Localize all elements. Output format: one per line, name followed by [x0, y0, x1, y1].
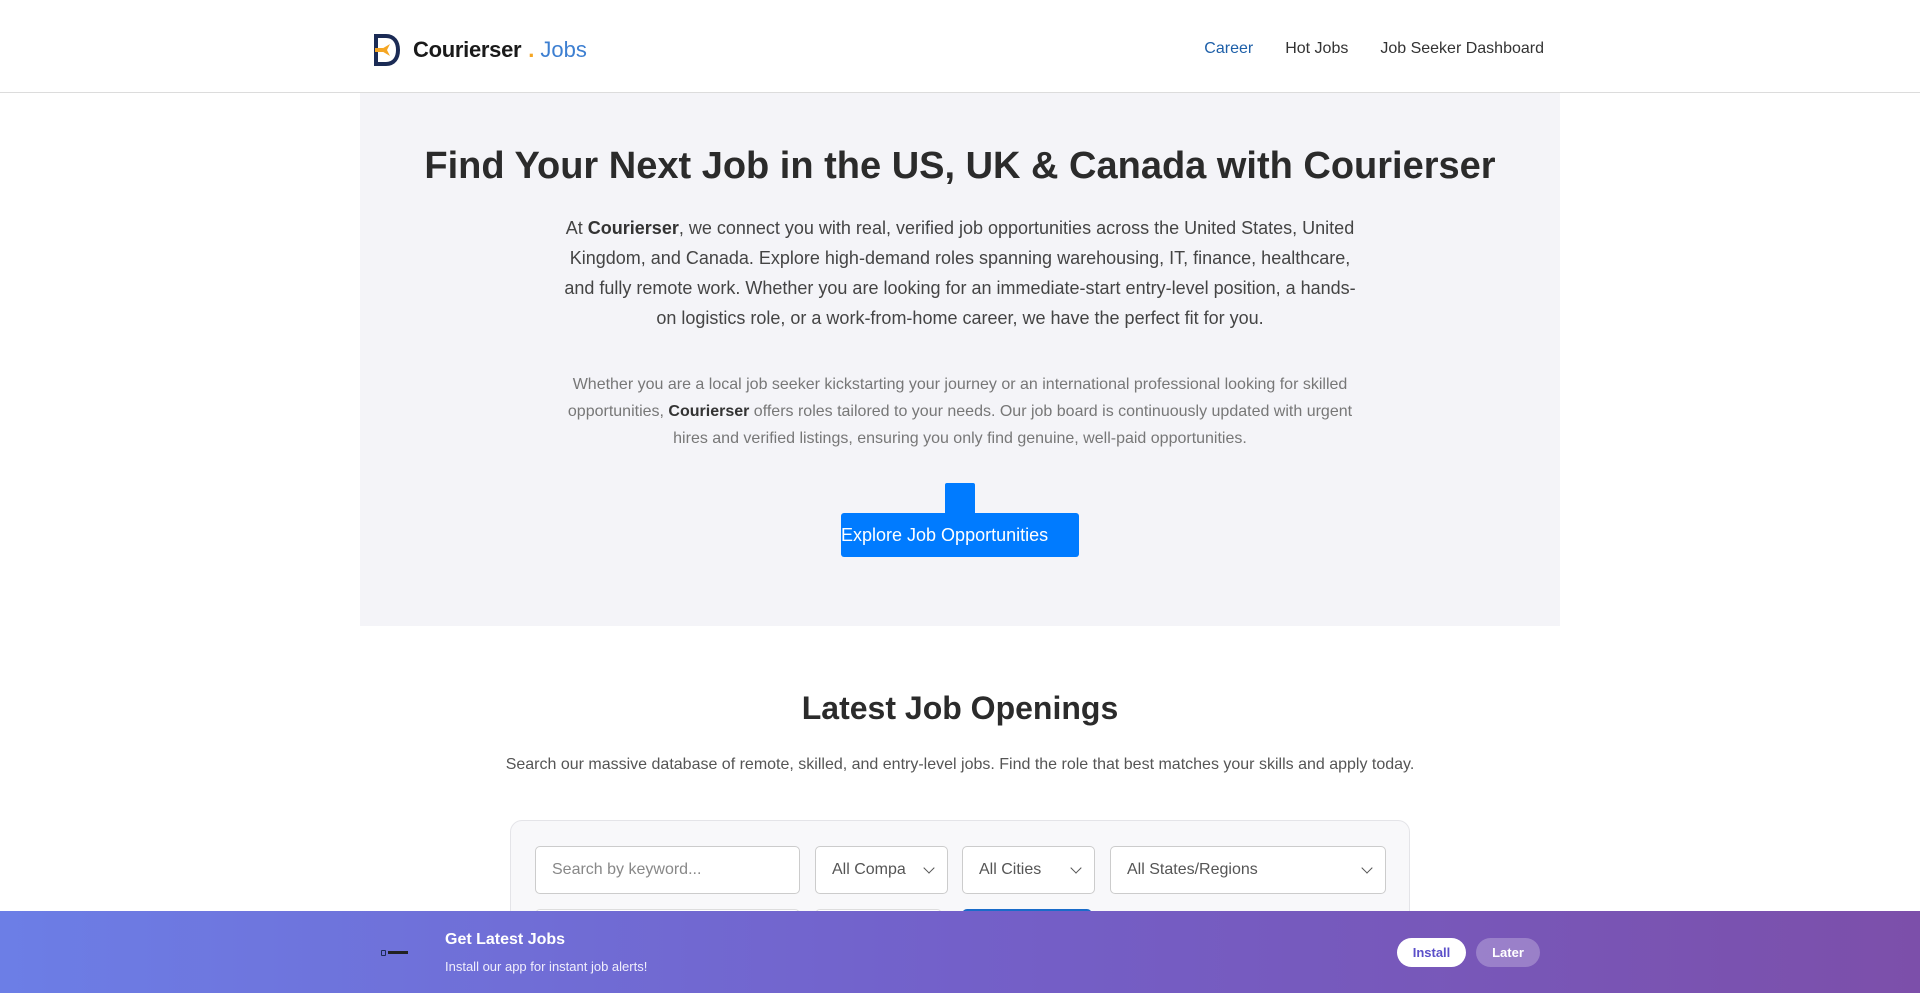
banner-subtitle: Install our app for instant job alerts! — [445, 959, 648, 974]
app-logo-icon — [381, 948, 411, 957]
explore-jobs-button[interactable]: Explore Job Opportunities — [841, 513, 1079, 557]
brand-logo[interactable]: Courierser . Jobs — [372, 34, 587, 66]
state-select[interactable]: All States/Regions — [1110, 846, 1386, 894]
company-select[interactable]: All Compa — [815, 846, 948, 894]
nav-job-seeker-dashboard[interactable]: Job Seeker Dashboard — [1380, 40, 1544, 58]
hero-sub-brand: Courierser — [668, 403, 750, 420]
hero-subtext: Whether you are a local job seeker kicks… — [560, 371, 1360, 452]
cta-tab-decoration — [945, 483, 975, 515]
state-select-value: All States/Regions — [1127, 861, 1258, 878]
brand-dot: . — [528, 37, 535, 62]
hero-title: Find Your Next Job in the US, UK & Canad… — [424, 145, 1496, 187]
openings-subtitle: Search our massive database of remote, s… — [505, 756, 1415, 773]
chevron-down-icon — [1070, 862, 1082, 874]
install-app-banner: Get Latest Jobs Install our app for inst… — [0, 911, 1920, 993]
courierser-logo-icon — [372, 34, 401, 66]
hero-lead: At Courierser, we connect you with real,… — [560, 213, 1360, 333]
brand-suffix: Jobs — [540, 37, 587, 62]
keyword-search-input[interactable]: Search by keyword... — [535, 846, 800, 894]
nav-hot-jobs[interactable]: Hot Jobs — [1285, 40, 1348, 58]
chevron-down-icon — [1361, 862, 1373, 874]
chevron-down-icon — [923, 862, 935, 874]
install-button[interactable]: Install — [1397, 938, 1466, 967]
company-select-value: All Compa — [832, 861, 906, 878]
hero-lead-brand: Courierser — [587, 218, 679, 238]
city-select[interactable]: All Cities — [962, 846, 1095, 894]
site-header: Courierser . Jobs Career Hot Jobs Job Se… — [0, 0, 1920, 93]
hero-lead-rest: , we connect you with real, verified job… — [564, 218, 1356, 328]
city-select-value: All Cities — [979, 861, 1042, 878]
hero-lead-prefix: At — [565, 218, 588, 238]
hero-sub-rest: offers roles tailored to your needs. Our… — [673, 403, 1353, 447]
main-nav: Career Hot Jobs Job Seeker Dashboard — [1204, 40, 1544, 58]
hero-section: Find Your Next Job in the US, UK & Canad… — [360, 93, 1560, 626]
brand-name: Courierser — [413, 37, 522, 62]
banner-title: Get Latest Jobs — [445, 931, 566, 948]
nav-career[interactable]: Career — [1204, 40, 1253, 58]
openings-title: Latest Job Openings — [801, 690, 1119, 726]
later-button[interactable]: Later — [1476, 938, 1540, 967]
